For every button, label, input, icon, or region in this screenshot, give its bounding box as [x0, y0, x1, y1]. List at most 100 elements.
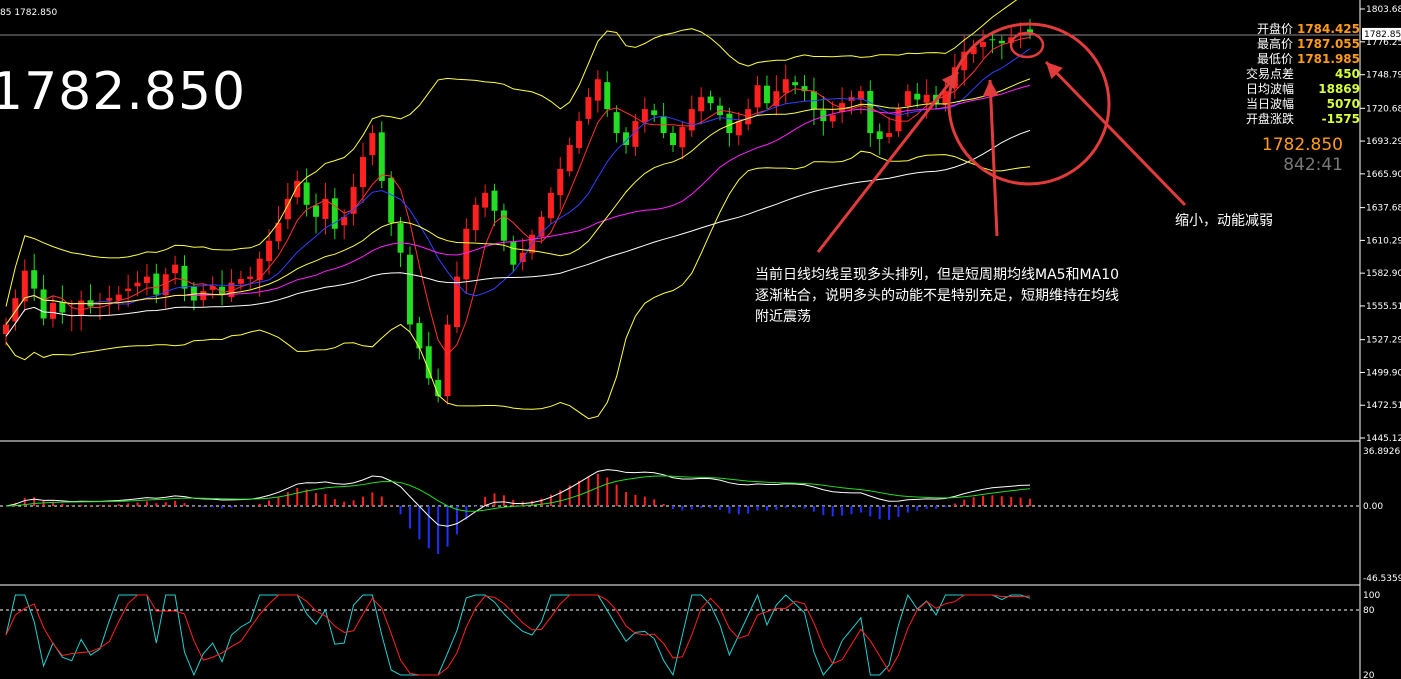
candle-body: [688, 109, 695, 131]
analysis-note: 当前日线均线呈现多头排列，但是短周期均线MA5和MA10逐渐粘合，说明多头的动能…: [755, 267, 1120, 325]
candle-body: [472, 204, 479, 231]
candle-body: [31, 270, 38, 289]
candle-body: [78, 300, 85, 317]
candle-body: [378, 132, 385, 181]
macd-tick-label: 0.00: [1363, 502, 1383, 512]
stat-value: 1787.055: [1296, 37, 1360, 51]
stoch-tick-label: 100: [1363, 591, 1380, 601]
candle-body: [651, 110, 658, 116]
candle-body: [886, 133, 893, 138]
stat-label: 当日波幅: [1245, 97, 1294, 111]
price-tick-label: 1803.680: [1366, 5, 1401, 15]
candle-body: [247, 276, 254, 280]
stat-label: 最高价: [1256, 37, 1293, 51]
stat-row-low: 最低价 1781.985: [1200, 52, 1360, 67]
candle-body: [670, 132, 677, 146]
price-axis: 1803.6801776.2501748.7901720.6801693.290…: [1360, 5, 1401, 679]
candle-body: [989, 39, 996, 41]
stoch-k-line: [5, 593, 1031, 677]
stat-row-spread: 交易点差 450: [1200, 67, 1360, 82]
candle-body: [641, 109, 648, 122]
candle-body: [491, 190, 498, 211]
current-price-display: 1782.850: [1261, 135, 1343, 155]
macd-pane: [0, 469, 1360, 554]
candle-body: [763, 85, 770, 104]
candle-body: [294, 180, 301, 198]
price-tick-label: 1665.900: [1366, 170, 1401, 180]
price-tick-label: 1499.900: [1366, 368, 1401, 378]
candle-body: [923, 94, 930, 103]
stat-value: 450: [1334, 67, 1360, 81]
macd-tick-label: 36.8926: [1363, 447, 1400, 457]
candle-body: [12, 298, 19, 322]
candle-body: [106, 298, 113, 301]
price-tick-label: 1748.790: [1366, 71, 1401, 81]
stochastic-pane: [0, 593, 1360, 677]
candle-body: [998, 40, 1005, 44]
candle-body: [369, 133, 376, 156]
candle-body: [538, 216, 545, 237]
stat-label: 最低价: [1256, 52, 1293, 66]
price-tick-label: 1720.680: [1366, 104, 1401, 114]
stoch-tick-label: 20: [1363, 671, 1375, 679]
candle-body: [21, 270, 28, 302]
candle-body: [547, 192, 554, 219]
stat-label: 交易点差: [1245, 67, 1294, 81]
quote-stats-panel: 开盘价 1784.425 最高价 1787.055 最低价 1781.985 交易点差…: [1200, 22, 1360, 127]
candle-body: [143, 276, 150, 284]
candle-body: [59, 302, 66, 313]
stoch-d-line: [5, 594, 1031, 676]
candle-body: [519, 252, 526, 262]
big-price-label: 1782.850: [0, 62, 247, 122]
candle-body: [359, 156, 366, 188]
stoch-tick-label: 80: [1363, 606, 1375, 616]
candle-body: [237, 279, 244, 284]
candle-body: [49, 302, 56, 319]
price-tick-label: 1637.680: [1366, 204, 1401, 214]
candle-body: [594, 79, 601, 101]
header-info: 85 1782.850: [0, 8, 58, 18]
candle-body: [181, 265, 188, 289]
candle-body: [735, 121, 742, 136]
candle-body: [40, 289, 47, 319]
candle-body: [397, 223, 404, 253]
arrow-ma10-head: [982, 80, 999, 97]
candle-body: [566, 145, 573, 172]
momentum-note: 缩小，动能减弱: [1175, 213, 1273, 229]
price-tick-label: 1472.510: [1366, 401, 1401, 411]
stat-value: 1781.985: [1296, 52, 1360, 66]
price-tick-label: 1445.120: [1366, 434, 1401, 444]
price-tick-label: 1610.290: [1366, 236, 1401, 246]
bar-countdown: 842:41: [1283, 155, 1343, 175]
candle-body: [698, 97, 705, 112]
candle-body: [980, 42, 987, 47]
stat-value: 5070: [1326, 97, 1360, 111]
candle-body: [867, 90, 874, 134]
candle-body: [557, 168, 564, 196]
candle-body: [904, 91, 911, 107]
candle-body: [153, 273, 160, 295]
candle-body: [134, 282, 141, 287]
stat-row-daily-avg-range: 日均波幅 18869: [1200, 82, 1360, 97]
stat-label: 开盘涨跌: [1245, 112, 1294, 126]
candle-body: [585, 97, 592, 119]
stat-row-today-range: 当日波幅 5070: [1200, 97, 1360, 112]
stat-row-open: 开盘价 1784.425: [1200, 22, 1360, 37]
candle-body: [425, 346, 432, 379]
macd-tick-label: -46.5359: [1363, 574, 1401, 584]
current-price-tag: 1782.850: [1364, 30, 1401, 40]
candle-body: [256, 258, 263, 281]
candle-body: [172, 264, 179, 274]
macd-dif-line: [5, 469, 1031, 527]
candle-body: [679, 127, 686, 148]
stat-row-high: 最高价 1787.055: [1200, 37, 1360, 52]
candle-body: [576, 121, 583, 149]
candle-body: [303, 182, 310, 205]
candle-body: [482, 192, 489, 208]
candle-body: [266, 240, 273, 262]
stat-label: 日均波幅: [1245, 82, 1294, 96]
candle-body: [500, 210, 507, 241]
price-tick-label: 1527.290: [1366, 336, 1401, 346]
stat-value: 18869: [1318, 82, 1360, 96]
candle-body: [406, 254, 413, 325]
